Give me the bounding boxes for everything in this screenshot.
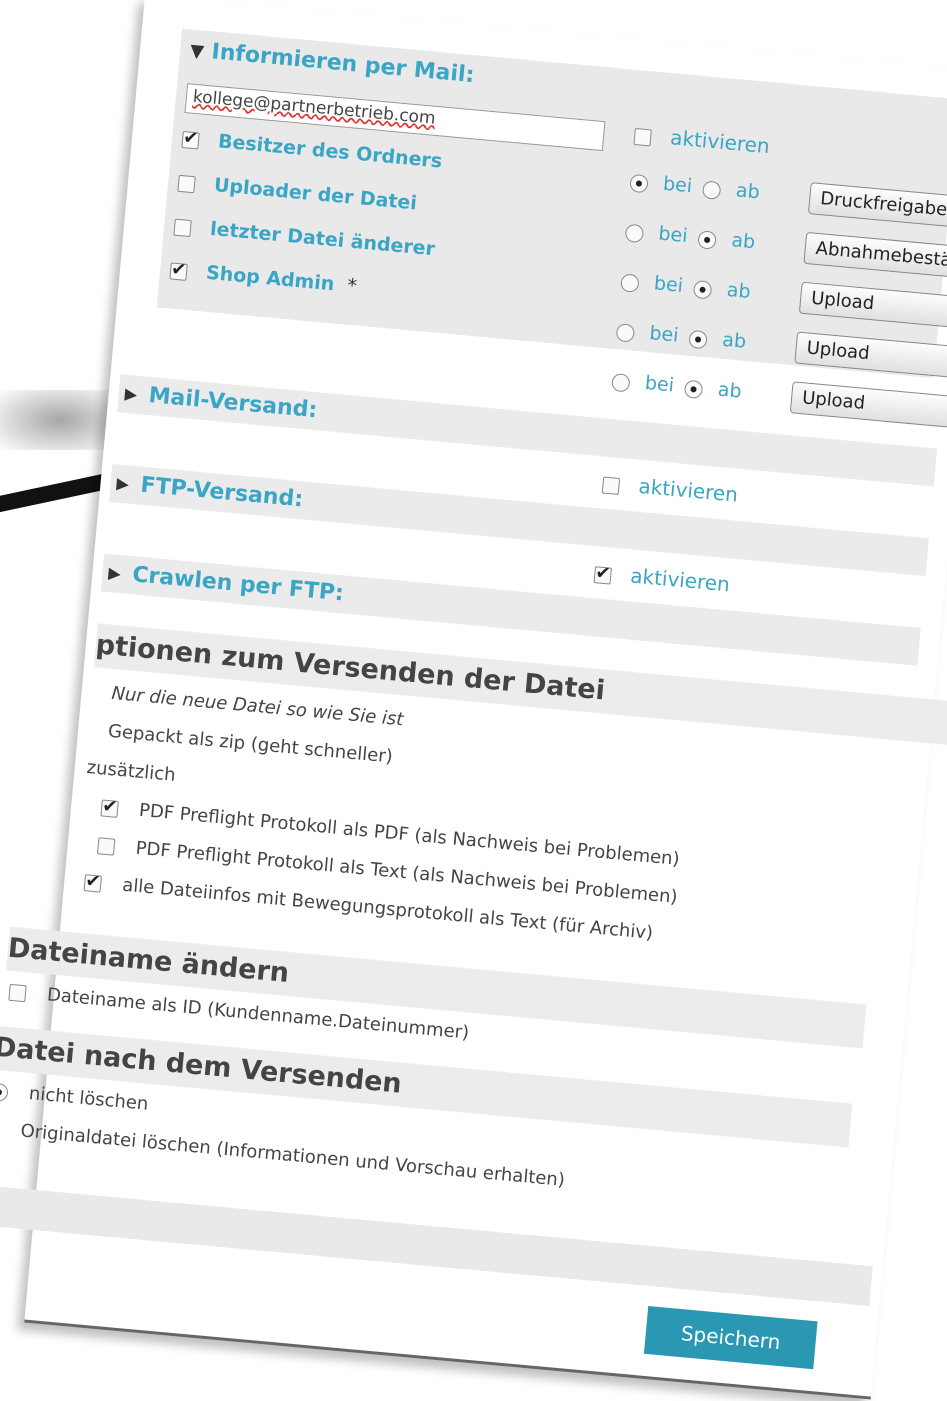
trigger-select-5[interactable]: Upload — [790, 381, 947, 427]
save-button[interactable]: Speichern — [644, 1306, 818, 1369]
required-asterisk: * — [346, 275, 357, 298]
ftp-versand-activate[interactable]: aktivieren — [593, 560, 730, 596]
bei-label-2: bei — [658, 223, 689, 248]
settings-panel: ▼ Informieren per Mail: aktivieren kolle… — [24, 0, 947, 1400]
shop-admin-checkbox[interactable] — [169, 262, 187, 280]
mail-versand-activate-label: aktivieren — [638, 474, 739, 507]
ab-radio-1[interactable] — [702, 180, 722, 200]
triangle-right-icon: ▶ — [115, 465, 131, 504]
option-additional-label: zusätzlich — [86, 757, 177, 786]
ftp-versand-header[interactable]: ▶ FTP-Versand: — [109, 464, 929, 576]
ab-radio-5[interactable] — [684, 379, 704, 399]
triangle-right-icon: ▶ — [107, 554, 123, 593]
last-editor-checkbox[interactable] — [173, 219, 191, 237]
mail-activate-checkbox[interactable] — [633, 128, 651, 146]
option-item-2-checkbox[interactable] — [97, 837, 115, 855]
rename-checkbox[interactable] — [8, 984, 26, 1002]
bei-label-3: bei — [653, 272, 684, 297]
bei-radio-1[interactable] — [629, 173, 649, 193]
ftp-versand-checkbox[interactable] — [594, 566, 612, 584]
bei-label-1: bei — [662, 173, 693, 198]
bei-label-5: bei — [644, 372, 675, 397]
bei-radio-5[interactable] — [611, 372, 631, 392]
ab-label-5: ab — [717, 379, 743, 403]
no-delete-radio[interactable] — [0, 1082, 9, 1102]
delete-original-label: Originaldatei löschen (Informationen und… — [20, 1120, 566, 1190]
ftp-versand-title: FTP-Versand: — [139, 473, 304, 513]
footer-band — [0, 1185, 873, 1306]
ftp-versand-activate-label: aktivieren — [629, 563, 730, 596]
after-send-option-1[interactable]: nicht löschen — [0, 1080, 149, 1115]
no-delete-label: nicht löschen — [28, 1083, 149, 1115]
after-send-option-2[interactable]: Originaldatei löschen (Informationen und… — [0, 1117, 566, 1191]
option-item-1-checkbox[interactable] — [100, 799, 118, 817]
ab-radio-3[interactable] — [693, 279, 713, 299]
option-item-3-checkbox[interactable] — [84, 874, 102, 892]
uploader-checkbox[interactable] — [177, 175, 195, 193]
bei-radio-2[interactable] — [625, 223, 645, 243]
bei-label-4: bei — [649, 322, 680, 347]
bei-radio-3[interactable] — [620, 273, 640, 293]
triangle-down-icon: ▼ — [189, 40, 205, 62]
triangle-right-icon: ▶ — [123, 375, 139, 414]
ab-label-1: ab — [735, 179, 761, 203]
bei-radio-4[interactable] — [616, 323, 636, 343]
mail-versand-checkbox[interactable] — [602, 477, 620, 495]
ab-label-3: ab — [726, 279, 752, 303]
option-zip[interactable]: Gepackt als zip (geht schneller) — [107, 721, 393, 768]
ab-label-4: ab — [721, 329, 747, 353]
decor-shadow — [0, 390, 120, 450]
mail-versand-title: Mail-Versand: — [148, 383, 319, 423]
owner-checkbox[interactable] — [181, 131, 199, 149]
crawlen-title: Crawlen per FTP: — [131, 562, 344, 606]
mail-versand-activate[interactable]: aktivieren — [602, 471, 739, 507]
ab-radio-2[interactable] — [698, 230, 718, 250]
ab-radio-4[interactable] — [689, 329, 709, 349]
ab-label-2: ab — [731, 229, 757, 253]
trigger-row-5: bei ab — [611, 369, 742, 403]
